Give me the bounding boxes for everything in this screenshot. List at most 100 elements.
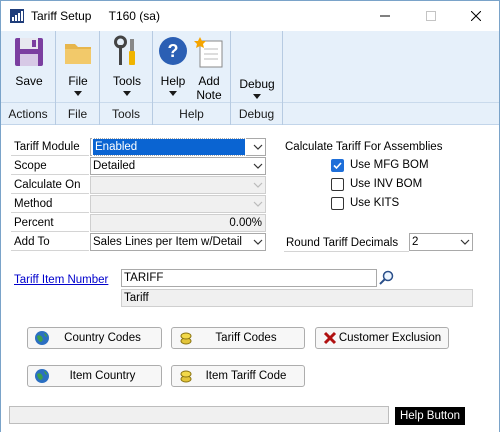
customer-exclusion-button[interactable]: Customer Exclusion <box>315 327 449 349</box>
scope-select[interactable]: Detailed <box>90 157 266 175</box>
round-decimals-label: Round Tariff Decimals <box>284 234 409 252</box>
ribbon-group-actions: Save Actions <box>1 31 56 125</box>
use-kits-label: Use KITS <box>350 197 400 209</box>
save-button[interactable]: Save <box>9 35 49 88</box>
save-label: Save <box>15 74 43 88</box>
file-label: File <box>68 74 88 88</box>
chevron-down-icon <box>169 91 177 96</box>
scope-label: Scope <box>11 157 89 175</box>
coins-icon <box>180 370 192 383</box>
coins-icon <box>180 332 192 345</box>
ribbon-group-help: ? Help Add Note Help <box>153 31 231 125</box>
exclude-x-icon <box>323 331 337 345</box>
ribbon-group-label-debug: Debug <box>238 107 275 121</box>
percent-value: 0.00% <box>229 217 262 229</box>
tariff-item-number-value: TARIFF <box>124 272 164 284</box>
calculate-on-select <box>90 176 266 194</box>
round-decimals-value: 2 <box>412 236 419 248</box>
add-note-icon <box>194 37 223 68</box>
customer-exclusion-label: Customer Exclusion <box>338 332 442 344</box>
ribbon: Save Actions File File Tools Tools ? Hel… <box>1 31 499 125</box>
item-country-button[interactable]: Item Country <box>27 365 162 387</box>
app-icon <box>10 9 24 23</box>
assemblies-heading: Calculate Tariff For Assemblies <box>285 141 443 153</box>
chevron-down-icon <box>253 239 263 245</box>
close-icon <box>471 11 481 21</box>
add-note-label-line1: Add <box>198 74 220 88</box>
help-icon: ? <box>159 37 187 65</box>
use-kits-checkbox[interactable] <box>331 197 344 210</box>
use-mfg-bom-label: Use MFG BOM <box>350 159 429 171</box>
round-decimals-select[interactable]: 2 <box>409 233 473 251</box>
item-tariff-code-button[interactable]: Item Tariff Code <box>171 365 305 387</box>
chevron-down-icon <box>460 239 470 245</box>
ribbon-group-tools: Tools Tools <box>100 31 153 125</box>
chevron-down-icon <box>123 91 131 96</box>
title-bar: Tariff Setup T160 (sa) <box>1 1 499 31</box>
tariff-module-value: Enabled <box>92 138 246 156</box>
add-note-label-line2: Note <box>196 88 222 102</box>
lookup-button[interactable] <box>378 269 396 287</box>
tariff-codes-label: Tariff Codes <box>215 332 277 344</box>
tariff-item-description: Tariff <box>121 289 473 307</box>
checkmark-icon <box>333 162 342 170</box>
add-to-select[interactable]: Sales Lines per Item w/Detail <box>90 233 266 251</box>
method-select <box>90 195 266 213</box>
maximize-button <box>408 1 454 31</box>
debug-menu-button[interactable]: Debug <box>237 75 277 99</box>
globe-icon <box>35 331 49 345</box>
save-icon <box>15 38 43 66</box>
ribbon-group-label-help: Help <box>179 107 204 121</box>
search-icon <box>379 270 394 285</box>
file-menu-button[interactable]: File <box>60 35 96 96</box>
scope-value: Detailed <box>93 160 136 172</box>
close-button[interactable] <box>453 1 499 31</box>
chevron-down-icon <box>253 144 263 150</box>
add-note-button[interactable]: Add Note <box>191 35 227 102</box>
tariff-module-select[interactable]: Enabled <box>90 138 266 156</box>
chevron-down-icon <box>74 91 82 96</box>
svg-text:?: ? <box>168 41 179 61</box>
percent-field: 0.00% <box>90 214 266 232</box>
tools-label: Tools <box>112 74 141 88</box>
add-to-value: Sales Lines per Item w/Detail <box>93 236 242 248</box>
folder-icon <box>65 44 91 64</box>
tariff-item-number-link[interactable]: Tariff Item Number <box>14 274 108 286</box>
globe-icon <box>35 369 49 383</box>
chevron-down-icon <box>253 163 263 169</box>
help-button[interactable]: Help Button <box>395 407 465 425</box>
status-bar-field <box>9 406 389 424</box>
tariff-module-label: Tariff Module <box>11 138 89 156</box>
ribbon-group-debug: Debug Debug <box>231 31 283 125</box>
add-to-label: Add To <box>11 233 89 251</box>
tools-icon <box>114 35 135 65</box>
ribbon-group-label-actions: Actions <box>8 107 48 121</box>
chevron-down-icon <box>253 182 263 188</box>
ribbon-group-label-file: File <box>67 107 88 121</box>
chevron-down-icon <box>253 201 263 207</box>
help-menu-button[interactable]: ? Help <box>155 35 191 96</box>
tariff-setup-window: Tariff Setup T160 (sa) Save Actions File… <box>0 0 500 432</box>
item-country-label: Item Country <box>69 370 136 382</box>
percent-label: Percent <box>11 214 89 232</box>
use-mfg-bom-checkbox[interactable] <box>331 159 344 172</box>
tariff-codes-button[interactable]: Tariff Codes <box>171 327 305 349</box>
tariff-item-description-value: Tariff <box>124 292 149 304</box>
country-codes-label: Country Codes <box>64 332 141 344</box>
item-tariff-code-label: Item Tariff Code <box>205 370 287 382</box>
ribbon-group-label-tools: Tools <box>111 107 140 121</box>
calculate-on-label: Calculate On <box>11 176 89 194</box>
window-title-text: Tariff Setup <box>31 9 92 23</box>
ribbon-group-file: File File <box>56 31 100 125</box>
country-codes-button[interactable]: Country Codes <box>27 327 162 349</box>
maximize-icon <box>426 11 436 21</box>
tariff-item-number-input[interactable]: TARIFF <box>121 269 377 287</box>
minimize-icon <box>380 15 390 17</box>
tools-menu-button[interactable]: Tools <box>107 35 147 96</box>
debug-label: Debug <box>239 77 275 91</box>
chevron-down-icon <box>253 94 261 99</box>
use-inv-bom-checkbox[interactable] <box>331 178 344 191</box>
minimize-button[interactable] <box>362 1 408 31</box>
window-title: Tariff Setup T160 (sa) <box>31 9 174 23</box>
window-subtitle-text: T160 (sa) <box>108 9 160 23</box>
